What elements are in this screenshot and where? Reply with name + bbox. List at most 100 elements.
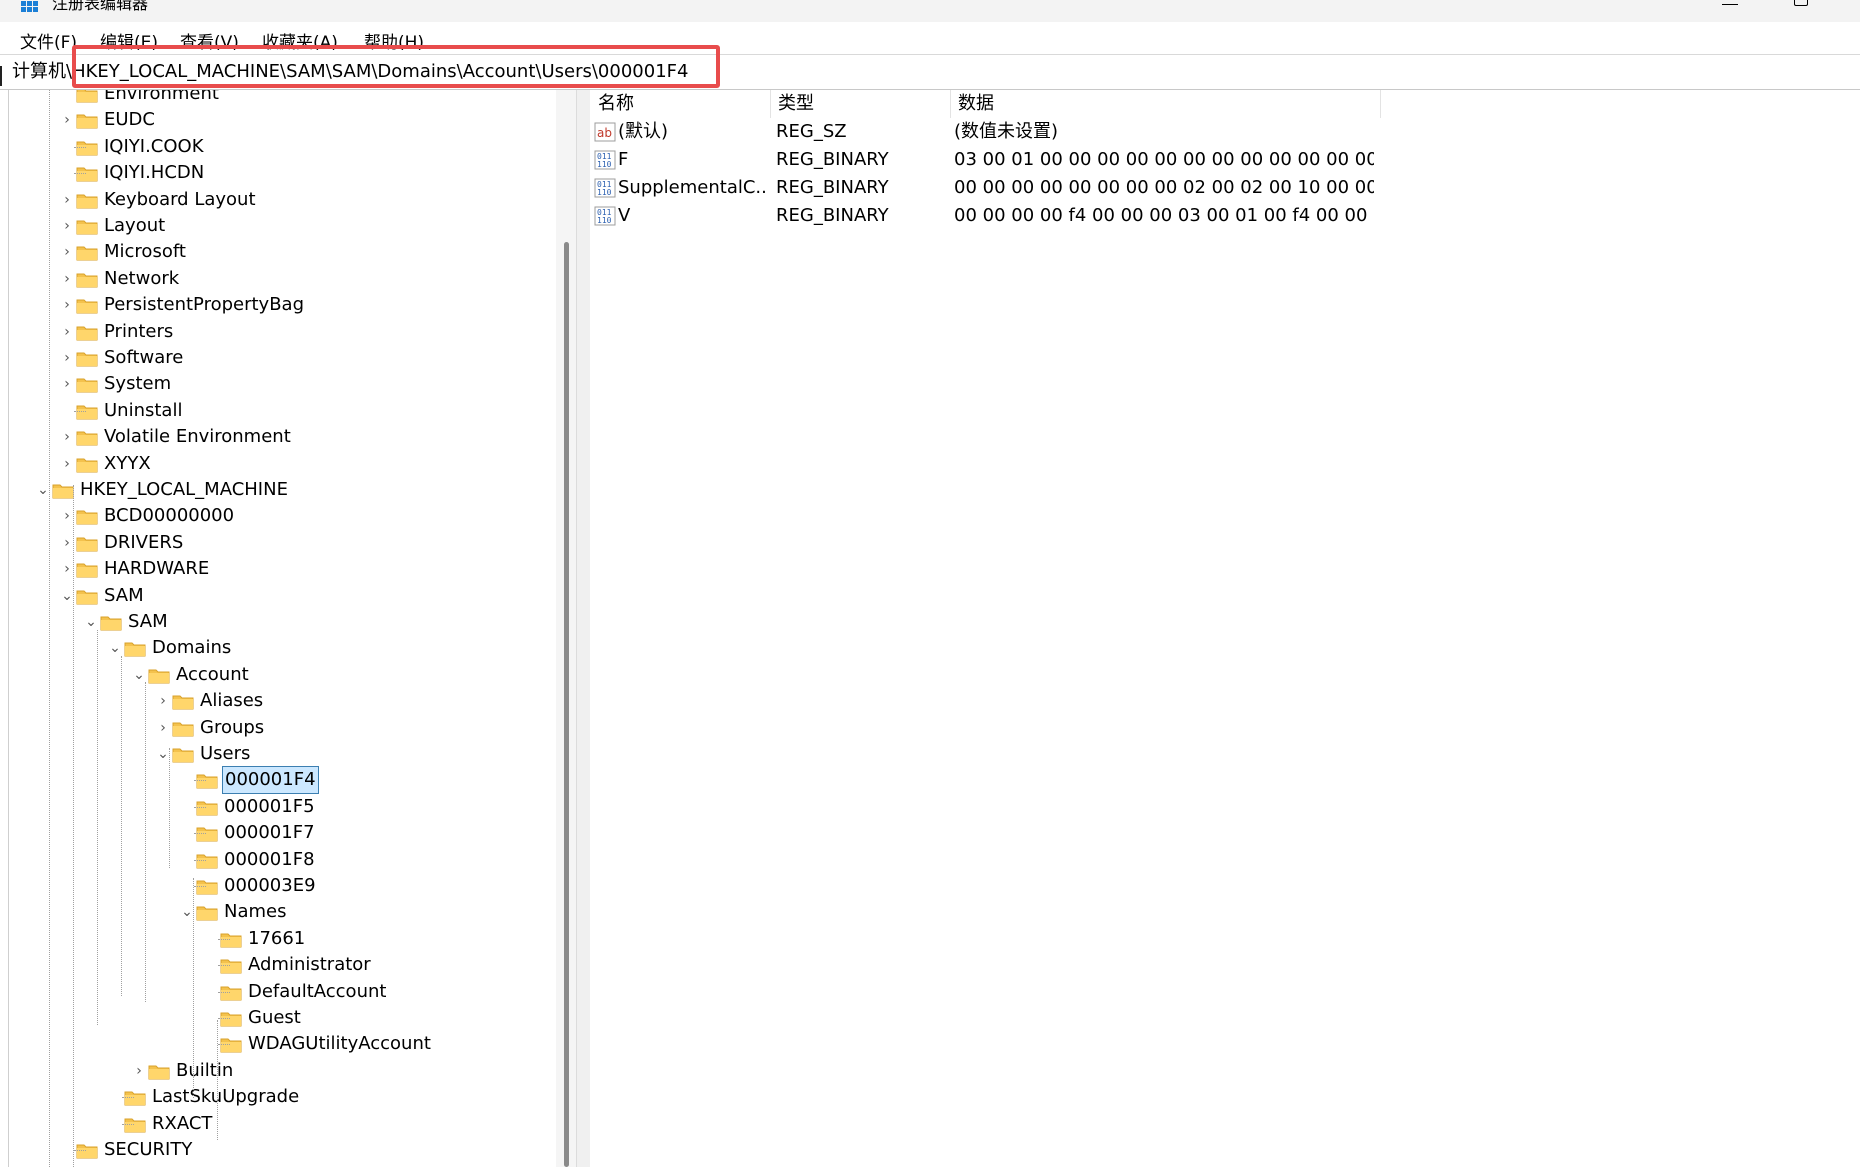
chevron-right-icon[interactable]: › <box>60 239 74 265</box>
tree-guide-line <box>194 780 206 782</box>
value-name: (默认) <box>618 121 669 142</box>
value-row[interactable]: 011 110 V REG_BINARY 00 00 00 00 f4 00 00 00… <box>590 202 1860 230</box>
chevron-down-icon[interactable]: ⌄ <box>84 609 98 635</box>
tree-node-label[interactable]: IQIYI.HCDN <box>104 160 204 186</box>
chevron-right-icon[interactable]: › <box>132 1058 146 1084</box>
key-tree[interactable]: Environment › EUDC IQIYI.COOK IQIYI.HCDN › Key… <box>0 90 576 1167</box>
folder-icon <box>100 615 122 631</box>
value-data: 03 00 01 00 00 00 00 00 00 00 00 00 00 0… <box>954 149 1374 170</box>
tree-node-label[interactable]: EUDC <box>104 107 155 133</box>
tree-node-label[interactable]: System <box>104 371 171 397</box>
chevron-down-icon[interactable]: ⌄ <box>36 477 50 503</box>
tree-node-label[interactable]: Software <box>104 345 183 371</box>
chevron-down-icon[interactable]: ⌄ <box>108 635 122 661</box>
folder-icon <box>196 800 218 816</box>
chevron-right-icon[interactable]: › <box>156 688 170 714</box>
tree-node-label[interactable]: 000001F8 <box>224 847 315 873</box>
tree-node-label[interactable]: XYYX <box>104 451 151 477</box>
chevron-down-icon[interactable]: ⌄ <box>132 662 146 688</box>
tree-node-label[interactable]: SOFTWARE <box>104 1163 204 1167</box>
column-data[interactable]: 数据 <box>958 90 994 118</box>
address-prefix: 计算机\ <box>12 61 73 82</box>
tree-node-label[interactable]: Groups <box>200 715 264 741</box>
chevron-down-icon[interactable]: ⌄ <box>156 741 170 767</box>
chevron-right-icon[interactable]: › <box>156 715 170 741</box>
tree-node-label[interactable]: 000001F4 <box>222 766 319 795</box>
chevron-right-icon[interactable]: › <box>60 213 74 239</box>
tree-node-label[interactable]: SECURITY <box>104 1137 192 1163</box>
chevron-right-icon[interactable]: › <box>60 187 74 213</box>
tree-node-label[interactable]: Administrator <box>248 952 371 978</box>
tree-scrollbar-thumb[interactable] <box>564 242 569 1167</box>
chevron-right-icon[interactable]: › <box>60 424 74 450</box>
chevron-right-icon[interactable]: › <box>60 451 74 477</box>
minimize-button[interactable] <box>1722 4 1738 5</box>
tree-node-label[interactable]: Aliases <box>200 688 263 714</box>
chevron-right-icon[interactable]: › <box>60 345 74 371</box>
tree-node-label[interactable]: Environment <box>104 90 219 107</box>
tree-node-label[interactable]: 17661 <box>248 926 305 952</box>
menu-file[interactable]: 文件(F) <box>20 28 77 52</box>
chevron-down-icon[interactable]: ⌄ <box>60 583 74 609</box>
values-list[interactable]: 名称 类型 数据 ab (默认) REG_SZ (数值未设置) 011 110 F REG_B… <box>590 90 1860 1167</box>
tree-node-label[interactable]: 000003E9 <box>224 873 316 899</box>
tree-node-label[interactable]: HKEY_LOCAL_MACHINE <box>80 477 288 503</box>
tree-node-label[interactable]: DRIVERS <box>104 530 183 556</box>
tree-node-label[interactable]: SAM <box>128 609 168 635</box>
tree-node-label[interactable]: Uninstall <box>104 398 182 424</box>
folder-icon <box>220 985 242 1001</box>
tree-node-label[interactable]: LastSkuUpgrade <box>152 1084 299 1110</box>
tree-node-label[interactable]: WDAGUtilityAccount <box>248 1031 431 1057</box>
chevron-right-icon[interactable]: › <box>60 503 74 529</box>
chevron-right-icon[interactable]: › <box>60 371 74 397</box>
tree-node-label[interactable]: Names <box>224 899 286 925</box>
pane-splitter[interactable] <box>576 90 591 1167</box>
folder-icon <box>124 1117 146 1133</box>
chevron-down-icon[interactable]: ⌄ <box>180 899 194 925</box>
column-divider[interactable] <box>1380 90 1381 118</box>
value-name: SupplementalC... <box>618 177 768 198</box>
tree-node-label[interactable]: Guest <box>248 1005 301 1031</box>
tree-node-label[interactable]: Network <box>104 266 179 292</box>
chevron-right-icon[interactable]: › <box>60 556 74 582</box>
chevron-right-icon[interactable]: › <box>60 266 74 292</box>
tree-node-label[interactable]: Builtin <box>176 1058 233 1084</box>
tree-node-label[interactable]: RXACT <box>152 1111 212 1137</box>
folder-icon <box>76 140 98 156</box>
tree-node-label[interactable]: DefaultAccount <box>248 979 386 1005</box>
tree-node-label[interactable]: Printers <box>104 319 173 345</box>
chevron-right-icon[interactable]: › <box>60 107 74 133</box>
tree-node-label[interactable]: IQIYI.COOK <box>104 134 204 160</box>
chevron-right-icon[interactable]: › <box>60 530 74 556</box>
folder-icon <box>76 536 98 552</box>
tree-node-label[interactable]: Volatile Environment <box>104 424 291 450</box>
tree-guide-line <box>217 1020 218 1140</box>
folder-icon <box>76 351 98 367</box>
chevron-right-icon[interactable]: › <box>60 319 74 345</box>
value-row[interactable]: 011 110 SupplementalC... REG_BINARY 00 00 00… <box>590 174 1860 202</box>
tree-node-label[interactable]: Domains <box>152 635 231 661</box>
maximize-button[interactable] <box>1794 0 1808 6</box>
tree-node-label[interactable]: PersistentPropertyBag <box>104 292 304 318</box>
tree-node-label[interactable]: Account <box>176 662 249 688</box>
column-divider[interactable] <box>770 90 771 118</box>
column-divider[interactable] <box>950 90 951 118</box>
tree-node-label[interactable]: Microsoft <box>104 239 186 265</box>
tree-scrollbar[interactable] <box>556 90 576 1167</box>
column-type[interactable]: 类型 <box>778 90 814 118</box>
tree-guide-line <box>145 682 146 1002</box>
tree-node-label[interactable]: Layout <box>104 213 165 239</box>
tree-node-label[interactable]: SAM <box>104 583 144 609</box>
value-row[interactable]: ab (默认) REG_SZ (数值未设置) <box>590 118 1860 146</box>
tree-node-label[interactable]: 000001F5 <box>224 794 315 820</box>
value-row[interactable]: 011 110 F REG_BINARY 03 00 01 00 00 00 00 00… <box>590 146 1860 174</box>
tree-node-label[interactable]: Keyboard Layout <box>104 187 256 213</box>
chevron-right-icon[interactable]: › <box>60 1163 74 1167</box>
tree-node-label[interactable]: HARDWARE <box>104 556 209 582</box>
column-name[interactable]: 名称 <box>598 90 634 118</box>
tree-guide-line <box>218 991 230 993</box>
tree-node-label[interactable]: BCD00000000 <box>104 503 234 529</box>
chevron-right-icon[interactable]: › <box>60 292 74 318</box>
tree-node-label[interactable]: Users <box>200 741 250 767</box>
tree-node-label[interactable]: 000001F7 <box>224 820 315 846</box>
